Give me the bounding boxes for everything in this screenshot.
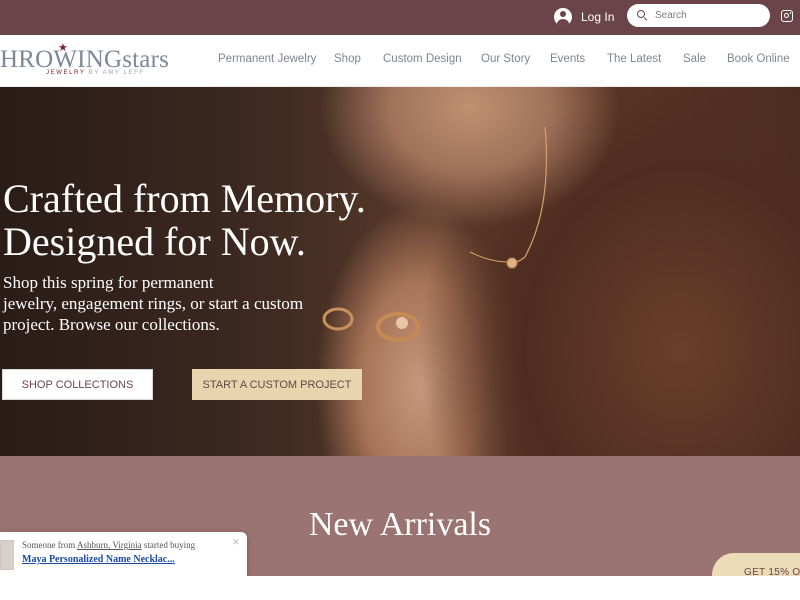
login-label: Log In <box>581 10 615 24</box>
nav-shop[interactable]: Shop <box>334 53 361 65</box>
user-avatar-icon <box>554 8 572 26</box>
site-logo[interactable]: ★ HROWINGstars JEWELRY BY AMY LEFF <box>0 40 170 82</box>
instagram-icon[interactable] <box>781 10 793 22</box>
nav-custom-design[interactable]: Custom Design <box>383 53 462 65</box>
login-button[interactable]: Log In <box>554 7 614 27</box>
search-input[interactable] <box>655 10 755 21</box>
top-utility-bar: Log In <box>0 0 800 35</box>
nav-events[interactable]: Events <box>550 53 585 65</box>
nav-the-latest[interactable]: The Latest <box>607 53 661 65</box>
site-header: ★ HROWINGstars JEWELRY BY AMY LEFF Perma… <box>0 35 800 87</box>
hero-subtext: Shop this spring for permanent jewelry, … <box>3 273 304 334</box>
close-icon[interactable]: ✕ <box>232 538 240 547</box>
popup-message: Someone from Ashburn, Virginia started b… <box>22 540 196 550</box>
nav-permanent-jewelry[interactable]: Permanent Jewelry <box>218 53 316 65</box>
hero-headline: Crafted from Memory. Designed for Now. <box>3 176 366 264</box>
hero-banner: Crafted from Memory. Designed for Now. S… <box>0 87 800 456</box>
product-thumbnail <box>0 540 14 570</box>
search-icon <box>637 10 648 22</box>
popup-product-link[interactable]: Maya Personalized Name Necklac... <box>22 554 175 565</box>
recent-purchase-popup[interactable]: Someone from Ashburn, Virginia started b… <box>0 532 247 576</box>
search-box[interactable] <box>627 4 770 27</box>
shop-collections-button[interactable]: SHOP COLLECTIONS <box>2 369 153 400</box>
nav-sale[interactable]: Sale <box>683 53 706 65</box>
start-custom-project-button[interactable]: START A CUSTOM PROJECT <box>192 369 362 400</box>
nav-book-online[interactable]: Book Online <box>727 53 790 65</box>
nav-our-story[interactable]: Our Story <box>481 53 530 65</box>
bottom-strip <box>0 576 800 600</box>
logo-tagline: JEWELRY BY AMY LEFF <box>46 70 145 76</box>
